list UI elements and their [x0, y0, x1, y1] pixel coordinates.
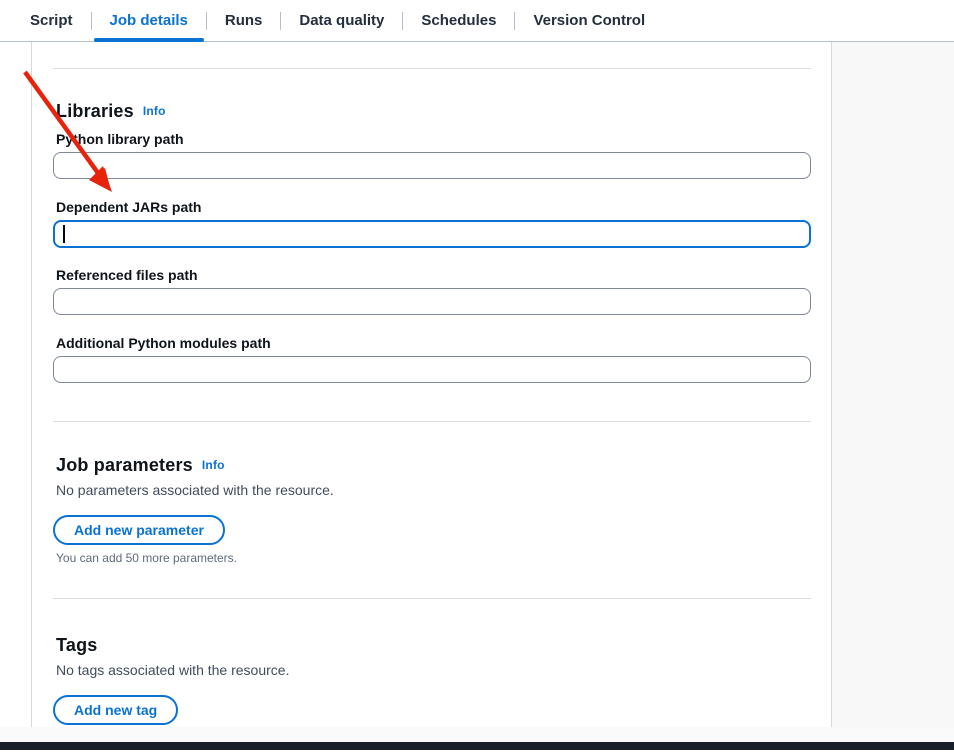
job-parameters-heading: Job parameters Info — [56, 455, 225, 476]
section-divider — [53, 598, 811, 599]
job-parameters-heading-label: Job parameters — [56, 455, 193, 475]
bottom-window-bar — [0, 742, 954, 750]
libraries-heading-label: Libraries — [56, 101, 134, 121]
right-background-panel — [832, 42, 954, 727]
bottom-background-strip — [0, 727, 954, 742]
python-library-path-input[interactable] — [53, 152, 811, 179]
job-parameters-empty-text: No parameters associated with the resour… — [56, 482, 334, 498]
additional-python-modules-path-label: Additional Python modules path — [56, 335, 271, 351]
add-new-tag-button[interactable]: Add new tag — [53, 695, 178, 725]
libraries-heading: Libraries Info — [56, 101, 166, 122]
referenced-files-path-input[interactable] — [53, 288, 811, 315]
tab-runs[interactable]: Runs — [207, 0, 281, 41]
referenced-files-path-label: Referenced files path — [56, 267, 198, 283]
job-parameters-info-link[interactable]: Info — [202, 458, 225, 472]
additional-python-modules-path-input[interactable] — [53, 356, 811, 383]
job-details-content-panel: Libraries Info Python library path Depend… — [31, 42, 832, 727]
tab-version-control[interactable]: Version Control — [515, 0, 663, 41]
tags-empty-text: No tags associated with the resource. — [56, 662, 289, 678]
python-library-path-label: Python library path — [56, 131, 184, 147]
tab-schedules[interactable]: Schedules — [403, 0, 514, 41]
dependent-jars-path-input[interactable] — [53, 220, 811, 248]
tab-data-quality[interactable]: Data quality — [281, 0, 402, 41]
tab-bar: Script Job details Runs Data quality Sch… — [0, 0, 954, 42]
section-divider — [53, 421, 811, 422]
tags-heading-label: Tags — [56, 635, 97, 655]
add-new-parameter-button[interactable]: Add new parameter — [53, 515, 225, 545]
tags-heading: Tags — [56, 635, 97, 656]
job-details-page: Script Job details Runs Data quality Sch… — [0, 0, 954, 753]
tab-script[interactable]: Script — [12, 0, 91, 41]
section-divider — [53, 68, 811, 69]
tab-job-details[interactable]: Job details — [92, 0, 206, 41]
job-parameters-hint-text: You can add 50 more parameters. — [56, 551, 237, 565]
text-cursor — [63, 225, 65, 243]
libraries-info-link[interactable]: Info — [143, 104, 166, 118]
dependent-jars-path-label: Dependent JARs path — [56, 199, 201, 215]
